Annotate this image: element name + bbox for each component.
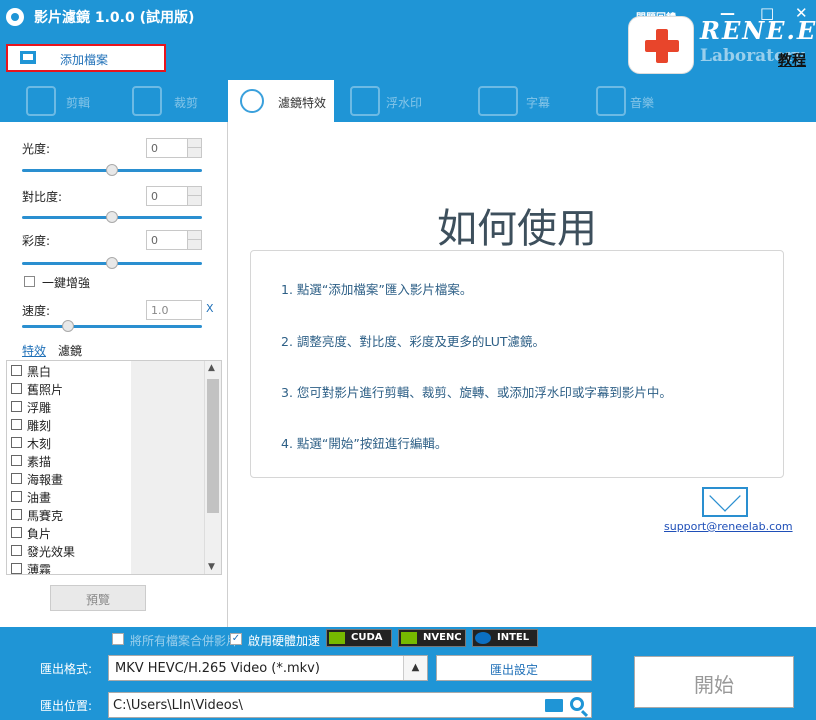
intel-badge: INTEL <box>472 629 538 647</box>
brand-name: RENE.E <box>700 16 816 45</box>
tutorial-link[interactable]: 教程 <box>778 50 806 70</box>
intel-icon <box>475 632 491 644</box>
brand-logo <box>628 16 694 74</box>
tab-music[interactable]: 音樂 <box>590 80 700 122</box>
speed-label: 速度: <box>22 304 51 318</box>
effect-list-scrollbar[interactable]: ▲ ▼ <box>204 361 221 574</box>
start-button[interactable]: 開始 <box>634 656 794 708</box>
saturation-spinner[interactable]: 0 <box>146 230 202 250</box>
howto-step: 2. 調整亮度、對比度、彩度及更多的LUT濾鏡。 <box>281 334 546 349</box>
brightness-label: 光度: <box>22 142 51 156</box>
subtitle-icon <box>478 86 518 116</box>
tab-edit[interactable]: 剪輯 <box>0 80 112 122</box>
speed-slider[interactable] <box>22 320 202 332</box>
slider-thumb[interactable] <box>106 164 118 176</box>
format-label: 匯出格式: <box>40 662 93 676</box>
howto-box: 1. 點選“添加檔案”匯入影片檔案。 2. 調整亮度、對比度、彩度及更多的LUT… <box>250 250 784 478</box>
adjust-panel: 光度: 0 對比度: 0 彩度: 0 一鍵增強 速度: 1.0 X 特效 濾鏡 … <box>0 122 228 627</box>
howto-step: 3. 您可對影片進行剪輯、裁剪、旋轉、或添加浮水印或字幕到影片中。 <box>281 385 672 400</box>
watermark-icon <box>350 86 380 116</box>
contrast-spinner[interactable]: 0 <box>146 186 202 206</box>
scroll-up-icon[interactable]: ▲ <box>208 363 215 373</box>
effect-list[interactable]: 黑白 舊照片 浮雕 雕刻 木刻 素描 海報畫 油畫 馬賽克 負片 發光效果 薄霧… <box>6 360 222 575</box>
speed-input[interactable]: 1.0 <box>146 300 202 320</box>
preview-button[interactable]: 預覽 <box>50 585 146 611</box>
scissors-icon <box>26 86 56 116</box>
tab-filter-effect[interactable]: 濾鏡特效 <box>228 80 334 122</box>
brightness-slider[interactable] <box>22 164 202 176</box>
tab-crop[interactable]: 裁剪 <box>116 80 228 122</box>
subtab-effect[interactable]: 特效 <box>22 342 46 359</box>
cuda-badge: CUDA <box>326 629 392 647</box>
hw-accel-checkbox[interactable]: ✓ <box>230 633 242 645</box>
export-format-select[interactable]: MKV HEVC/H.265 Video (*.mkv) ▲ <box>108 655 428 681</box>
one-click-enhance-checkbox[interactable] <box>24 276 35 287</box>
tab-subtitle[interactable]: 字幕 <box>470 80 580 122</box>
support-email-link[interactable]: support@reneelab.com <box>664 520 793 533</box>
slider-thumb[interactable] <box>106 257 118 269</box>
slider-thumb[interactable] <box>62 320 74 332</box>
howto-step: 1. 點選“添加檔案”匯入影片檔案。 <box>281 282 473 297</box>
speed-unit: X <box>206 302 214 315</box>
nvidia-icon <box>401 632 417 644</box>
saturation-label: 彩度: <box>22 234 51 248</box>
spin-down-icon[interactable] <box>187 148 201 157</box>
one-click-enhance-label: 一鍵增強 <box>42 276 91 290</box>
howto-title: 如何使用 <box>437 206 597 252</box>
merge-label: 將所有檔案合併影片 <box>130 634 239 648</box>
spin-down-icon[interactable] <box>187 196 201 205</box>
folder-icon[interactable] <box>545 699 563 712</box>
app-film-icon <box>6 8 24 26</box>
spin-up-icon[interactable] <box>187 231 201 240</box>
brightness-spinner[interactable]: 0 <box>146 138 202 158</box>
subtab-filter[interactable]: 濾鏡 <box>58 342 82 359</box>
slider-thumb[interactable] <box>106 211 118 223</box>
saturation-slider[interactable] <box>22 257 202 269</box>
music-icon <box>596 86 626 116</box>
scroll-thumb[interactable] <box>207 379 219 513</box>
crop-icon <box>132 86 162 116</box>
hw-accel-label: 啟用硬體加速 <box>248 634 321 648</box>
contrast-slider[interactable] <box>22 211 202 223</box>
tab-watermark[interactable]: 浮水印 <box>340 80 450 122</box>
howto-step: 4. 點選“開始”按鈕進行編輯。 <box>281 436 448 451</box>
merge-checkbox[interactable] <box>112 633 124 645</box>
add-file-icon <box>20 51 36 64</box>
mail-icon[interactable] <box>702 487 748 517</box>
add-file-button[interactable]: 添加檔案 <box>6 44 166 72</box>
app-title: 影片濾鏡 1.0.0 (試用版) <box>34 10 195 26</box>
scroll-down-icon[interactable]: ▼ <box>208 562 215 572</box>
chevron-up-icon[interactable]: ▲ <box>403 656 427 680</box>
export-location-input[interactable]: C:\Users\LIn\Videos\ <box>108 692 592 718</box>
magic-wand-icon <box>240 89 264 113</box>
title-bar: 影片濾鏡 1.0.0 (試用版) 問題回饋 — □ ✕ RENE.E Labor… <box>0 0 816 122</box>
export-settings-button[interactable]: 匯出設定 <box>436 655 592 681</box>
spin-down-icon[interactable] <box>187 240 201 249</box>
spin-up-icon[interactable] <box>187 139 201 148</box>
location-label: 匯出位置: <box>40 699 93 713</box>
contrast-label: 對比度: <box>22 190 63 204</box>
spin-up-icon[interactable] <box>187 187 201 196</box>
nvenc-badge: NVENC <box>398 629 466 647</box>
search-icon[interactable] <box>570 697 584 711</box>
nvidia-icon <box>329 632 345 644</box>
add-file-label: 添加檔案 <box>60 53 109 67</box>
